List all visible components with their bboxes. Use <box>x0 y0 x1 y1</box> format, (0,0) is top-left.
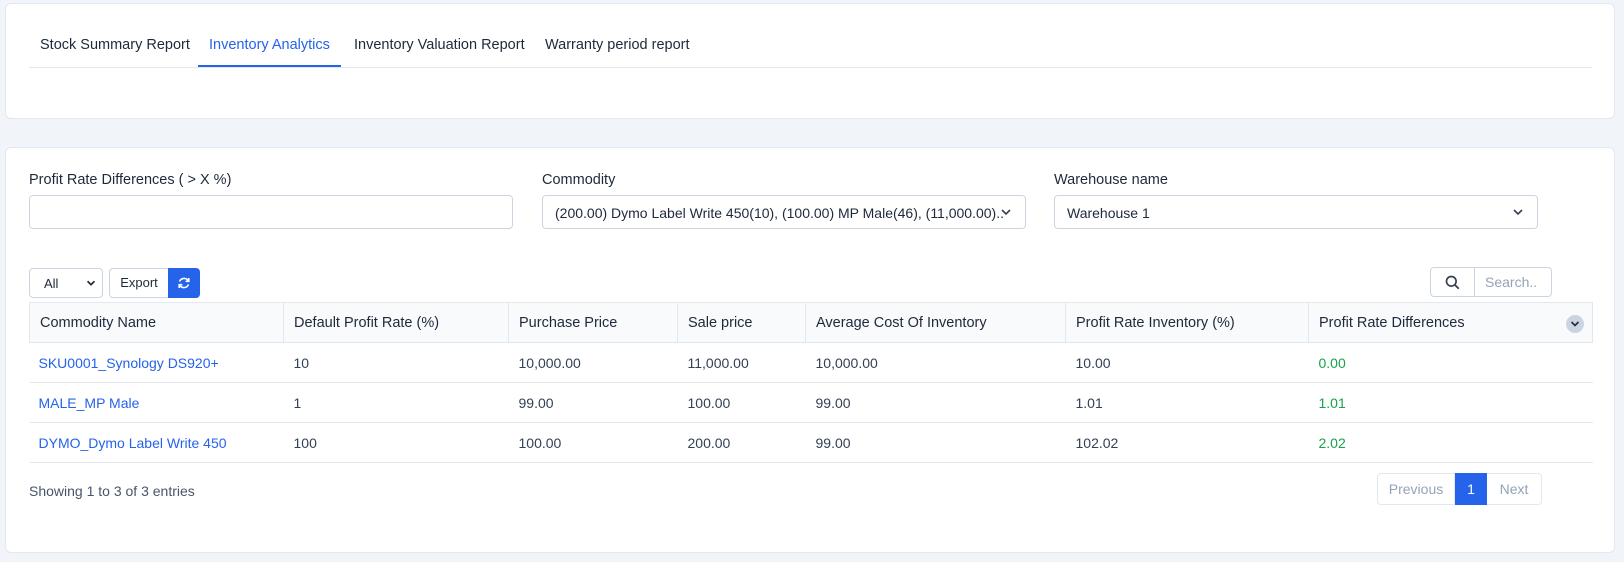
table-row: DYMO_Dymo Label Write 450 100 100.00 200… <box>29 422 1593 463</box>
warehouse-selected-value: Warehouse 1 <box>1067 205 1150 221</box>
column-header-sale-price[interactable]: Sale price <box>677 302 806 343</box>
profit-rate-difference-cell: 0.00 <box>1308 342 1593 383</box>
table-cell: 100.00 <box>508 422 678 463</box>
column-header-purchase-price[interactable]: Purchase Price <box>508 302 678 343</box>
chevron-down-icon <box>86 280 96 286</box>
table-row: SKU0001_Synology DS920+ 10 10,000.00 11,… <box>29 342 1593 383</box>
page-length-select[interactable]: All <box>29 268 103 298</box>
table-cell: 10,000.00 <box>508 342 678 383</box>
table-cell: 100.00 <box>677 382 806 423</box>
table-cell: 10,000.00 <box>805 342 1066 383</box>
table-cell: 10.00 <box>1065 342 1309 383</box>
profit-rate-filter-label: Profit Rate Differences ( > X %) <box>29 172 232 188</box>
column-header-default-profit-rate[interactable]: Default Profit Rate (%) <box>283 302 509 343</box>
table-cell: 200.00 <box>677 422 806 463</box>
column-toggle-button[interactable] <box>1566 315 1584 333</box>
warehouse-filter-label: Warehouse name <box>1054 172 1168 188</box>
column-header-profit-rate-inventory[interactable]: Profit Rate Inventory (%) <box>1065 302 1309 343</box>
profit-rate-difference-cell: 2.02 <box>1308 422 1593 463</box>
profit-rate-difference-cell: 1.01 <box>1308 382 1593 423</box>
tab-stock-summary-report[interactable]: Stock Summary Report <box>40 37 190 53</box>
table-cell: 99.00 <box>805 382 1066 423</box>
chevron-down-icon <box>1001 209 1011 216</box>
report-tabs-card: Stock Summary Report Inventory Analytics… <box>5 3 1615 119</box>
chevron-down-icon <box>1570 321 1580 327</box>
refresh-icon <box>178 277 190 289</box>
chevron-down-icon <box>1513 209 1523 216</box>
table-cell: 100 <box>283 422 509 463</box>
commodity-link[interactable]: DYMO_Dymo Label Write 450 <box>39 435 227 451</box>
tab-inventory-valuation-report[interactable]: Inventory Valuation Report <box>354 37 525 53</box>
table-cell: 11,000.00 <box>677 342 806 383</box>
pagination-next-button[interactable]: Next <box>1487 473 1542 505</box>
export-button[interactable]: Export <box>109 268 168 298</box>
search-button[interactable] <box>1430 267 1474 297</box>
pagination-previous-button[interactable]: Previous <box>1377 473 1455 505</box>
commodity-selected-value: (200.00) Dymo Label Write 450(10), (100.… <box>555 205 1003 221</box>
table-cell: 99.00 <box>508 382 678 423</box>
commodity-filter-label: Commodity <box>542 172 616 188</box>
column-header-average-cost[interactable]: Average Cost Of Inventory <box>805 302 1066 343</box>
report-tabs: Stock Summary Report Inventory Analytics… <box>29 4 1592 68</box>
profit-rate-filter-input[interactable] <box>29 195 513 229</box>
column-header-profit-rate-differences[interactable]: Profit Rate Differences <box>1308 302 1593 343</box>
tab-warranty-period-report[interactable]: Warranty period report <box>545 37 690 53</box>
warehouse-filter-select[interactable]: Warehouse 1 <box>1054 195 1538 229</box>
table-row: MALE_MP Male 1 99.00 100.00 99.00 1.01 1… <box>29 382 1593 423</box>
column-header-commodity-name[interactable]: Commodity Name <box>29 302 284 343</box>
table-header-row: Commodity Name Default Profit Rate (%) P… <box>29 302 1593 343</box>
search-input[interactable] <box>1474 267 1552 297</box>
table-info-text: Showing 1 to 3 of 3 entries <box>29 483 195 499</box>
pagination-page-1-button[interactable]: 1 <box>1455 473 1487 505</box>
tab-inventory-analytics[interactable]: Inventory Analytics <box>209 37 330 53</box>
refresh-button[interactable] <box>168 268 200 298</box>
active-tab-indicator <box>198 65 341 67</box>
search-icon <box>1445 275 1460 290</box>
commodity-filter-select[interactable]: (200.00) Dymo Label Write 450(10), (100.… <box>542 195 1026 229</box>
inventory-analytics-panel: Profit Rate Differences ( > X %) Commodi… <box>5 147 1615 553</box>
table-cell: 1.01 <box>1065 382 1309 423</box>
table-cell: 99.00 <box>805 422 1066 463</box>
table-cell: 102.02 <box>1065 422 1309 463</box>
table-cell: 1 <box>283 382 509 423</box>
inventory-analytics-table: Commodity Name Default Profit Rate (%) P… <box>29 302 1593 463</box>
table-cell: 10 <box>283 342 509 383</box>
commodity-link[interactable]: SKU0001_Synology DS920+ <box>39 355 219 371</box>
commodity-link[interactable]: MALE_MP Male <box>39 395 140 411</box>
